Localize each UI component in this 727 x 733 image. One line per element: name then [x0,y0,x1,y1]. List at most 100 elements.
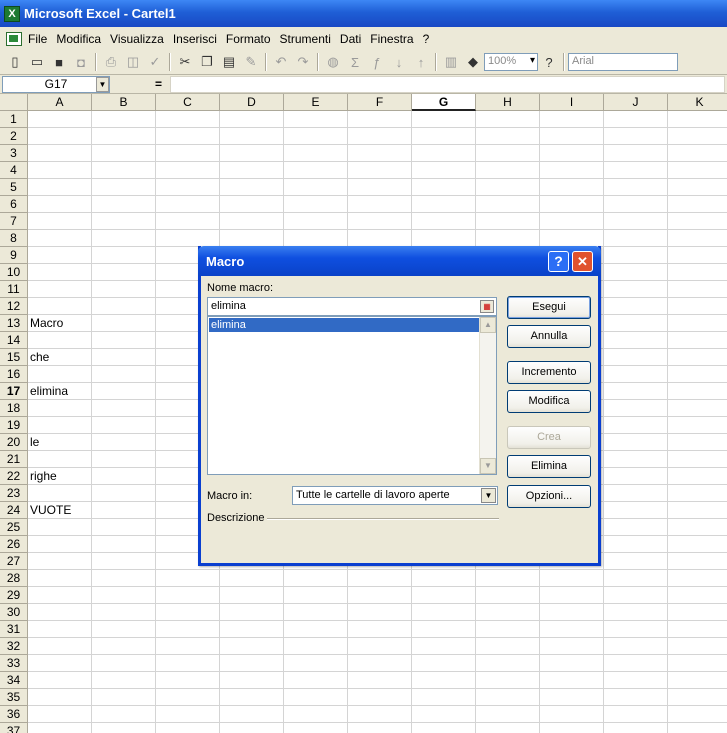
cell-a17[interactable]: elimina [30,383,68,399]
options-button[interactable]: Opzioni... [507,485,591,508]
row-header-28[interactable]: 28 [0,570,28,587]
row-header-4[interactable]: 4 [0,162,28,179]
format-painter-icon[interactable]: ✎ [240,52,262,72]
copy-icon[interactable]: ❐ [196,52,218,72]
paste-icon[interactable]: ▤ [218,52,240,72]
sort-descending-icon[interactable]: ↑ [410,52,432,72]
row-header-16[interactable]: 16 [0,366,28,383]
hyperlink-icon[interactable]: ◍ [322,52,344,72]
row-header-6[interactable]: 6 [0,196,28,213]
menu-help[interactable]: ? [423,32,430,46]
zoom-select[interactable]: 100% [484,53,538,71]
row-header-29[interactable]: 29 [0,587,28,604]
list-scrollbar[interactable]: ▲ ▼ [479,317,496,474]
row-header-36[interactable]: 36 [0,706,28,723]
permission-icon[interactable]: ◘ [70,52,92,72]
run-button[interactable]: Esegui [507,296,591,319]
row-header-30[interactable]: 30 [0,604,28,621]
row-header-9[interactable]: 9 [0,247,28,264]
column-header-k[interactable]: K [668,94,727,111]
chart-wizard-icon[interactable]: ▥ [440,52,462,72]
row-header-17[interactable]: 17 [0,383,28,400]
open-icon[interactable]: ▭ [26,52,48,72]
column-header-f[interactable]: F [348,94,412,111]
autosum-icon[interactable]: Σ [344,52,366,72]
delete-button[interactable]: Elimina [507,455,591,478]
row-header-34[interactable]: 34 [0,672,28,689]
row-header-20[interactable]: 20 [0,434,28,451]
row-header-35[interactable]: 35 [0,689,28,706]
row-header-3[interactable]: 3 [0,145,28,162]
cell-a15[interactable]: che [30,349,49,365]
window-title-bar[interactable]: X Microsoft Excel - Cartel1 [0,0,727,27]
workbook-icon[interactable] [6,32,22,46]
create-button[interactable]: Crea [507,426,591,449]
row-header-25[interactable]: 25 [0,519,28,536]
undo-icon[interactable]: ↶ [270,52,292,72]
drawing-icon[interactable]: ◆ [462,52,484,72]
row-header-27[interactable]: 27 [0,553,28,570]
spelling-icon[interactable]: ✓ [144,52,166,72]
macro-list-item[interactable]: elimina [209,318,479,332]
column-header-d[interactable]: D [220,94,284,111]
column-header-i[interactable]: I [540,94,604,111]
row-header-12[interactable]: 12 [0,298,28,315]
chevron-down-icon[interactable]: ▼ [481,488,496,503]
menu-strumenti[interactable]: Strumenti [280,32,331,46]
new-icon[interactable]: ▯ [4,52,26,72]
sort-ascending-icon[interactable]: ↓ [388,52,410,72]
row-header-2[interactable]: 2 [0,128,28,145]
formula-input[interactable] [170,76,725,93]
row-header-1[interactable]: 1 [0,111,28,128]
column-header-c[interactable]: C [156,94,220,111]
row-header-18[interactable]: 18 [0,400,28,417]
menu-modifica[interactable]: Modifica [56,32,101,46]
menu-formato[interactable]: Formato [226,32,271,46]
scroll-down-icon[interactable]: ▼ [480,458,496,474]
macro-list[interactable]: elimina ▲ ▼ [207,316,497,475]
column-header-b[interactable]: B [92,94,156,111]
row-header-24[interactable]: 24 [0,502,28,519]
column-header-e[interactable]: E [284,94,348,111]
font-select[interactable]: Arial [568,53,678,71]
menu-inserisci[interactable]: Inserisci [173,32,217,46]
save-icon[interactable]: ■ [48,52,70,72]
row-header-31[interactable]: 31 [0,621,28,638]
cell-a24[interactable]: VUOTE [30,502,71,518]
column-header-g[interactable]: G [412,94,476,111]
name-box[interactable]: G17 [2,76,110,93]
step-into-button[interactable]: Incremento [507,361,591,384]
close-icon[interactable]: ✕ [572,251,593,272]
row-header-32[interactable]: 32 [0,638,28,655]
collapse-dialog-icon[interactable]: ▦ [480,300,494,313]
menu-dati[interactable]: Dati [340,32,361,46]
cancel-button[interactable]: Annulla [507,325,591,348]
menu-visualizza[interactable]: Visualizza [110,32,164,46]
macro-in-select[interactable]: Tutte le cartelle di lavoro aperte ▼ [292,486,498,505]
help-icon[interactable]: ? [548,251,569,272]
redo-icon[interactable]: ↷ [292,52,314,72]
scroll-up-icon[interactable]: ▲ [480,317,496,333]
print-preview-icon[interactable]: ◫ [122,52,144,72]
cell-a20[interactable]: le [30,434,39,450]
row-header-37[interactable]: 37 [0,723,28,733]
row-header-13[interactable]: 13 [0,315,28,332]
function-icon[interactable]: ƒ [366,52,388,72]
row-header-23[interactable]: 23 [0,485,28,502]
column-header-j[interactable]: J [604,94,668,111]
row-header-15[interactable]: 15 [0,349,28,366]
cut-icon[interactable]: ✂ [174,52,196,72]
row-header-5[interactable]: 5 [0,179,28,196]
select-all-corner[interactable] [0,94,28,111]
menu-file[interactable]: File [28,32,47,46]
row-header-8[interactable]: 8 [0,230,28,247]
row-header-11[interactable]: 11 [0,281,28,298]
row-header-19[interactable]: 19 [0,417,28,434]
dialog-title-bar[interactable]: Macro ? ✕ [198,246,601,276]
print-icon[interactable]: ⎙ [100,52,122,72]
menu-finestra[interactable]: Finestra [370,32,413,46]
row-header-7[interactable]: 7 [0,213,28,230]
column-header-h[interactable]: H [476,94,540,111]
row-header-26[interactable]: 26 [0,536,28,553]
row-header-21[interactable]: 21 [0,451,28,468]
